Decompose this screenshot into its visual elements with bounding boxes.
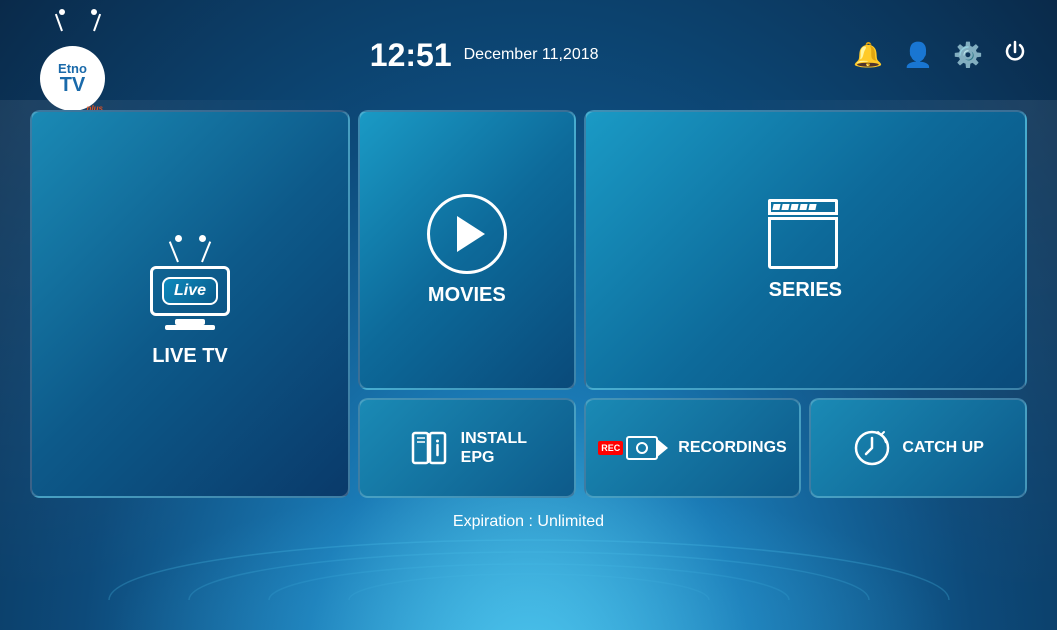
live-badge: Live — [162, 277, 218, 305]
install-epg-label1: INSTALL — [461, 429, 527, 448]
power-icon[interactable] — [1003, 40, 1027, 71]
recordings-label: RECORDINGS — [678, 438, 786, 457]
header: Etno TV plus 12:51 December 11,2018 🔔 👤 … — [0, 0, 1057, 110]
play-icon — [427, 194, 507, 274]
settings-icon[interactable]: ⚙️ — [953, 41, 983, 70]
date-display: December 11,2018 — [464, 46, 599, 64]
catch-up-card[interactable]: CATCH UP — [809, 398, 1027, 498]
header-icons: 🔔 👤 ⚙️ — [853, 40, 1027, 71]
series-card[interactable]: SERIES — [584, 110, 1027, 390]
movies-label: MOVIES — [428, 284, 506, 307]
notification-icon[interactable]: 🔔 — [853, 41, 883, 70]
play-triangle — [457, 216, 485, 252]
logo-container: Etno TV plus — [30, 13, 115, 98]
logo-inner: Etno TV plus — [40, 46, 105, 111]
recordings-card[interactable]: REC RECORDINGS — [584, 398, 802, 498]
profile-icon[interactable]: 👤 — [903, 41, 933, 70]
recordings-icon: REC — [598, 436, 668, 460]
live-tv-card[interactable]: Live LIVE TV — [30, 110, 350, 498]
series-icon — [768, 199, 843, 269]
time-display: 12:51 — [370, 37, 452, 74]
install-epg-card[interactable]: INSTALL EPG — [358, 398, 576, 498]
live-tv-label: LIVE TV — [152, 345, 228, 368]
logo: Etno TV plus — [30, 13, 115, 98]
footer: Expiration : Unlimited — [0, 498, 1057, 546]
header-center: 12:51 December 11,2018 — [115, 37, 853, 74]
logo-etno-text: Etno — [58, 62, 87, 75]
tv-screen: Live — [150, 266, 230, 316]
main-grid: Live LIVE TV MOVIES SERIES — [0, 110, 1057, 498]
live-tv-icon: Live — [150, 240, 230, 330]
catch-up-icon — [852, 428, 892, 468]
logo-tv-text: TV — [60, 75, 86, 95]
series-label: SERIES — [769, 279, 842, 302]
epg-icon — [407, 426, 451, 470]
expiration-text: Expiration : Unlimited — [453, 513, 604, 530]
movies-card[interactable]: MOVIES — [358, 110, 576, 390]
install-epg-label2: EPG — [461, 448, 495, 467]
catch-up-label: CATCH UP — [902, 438, 983, 457]
